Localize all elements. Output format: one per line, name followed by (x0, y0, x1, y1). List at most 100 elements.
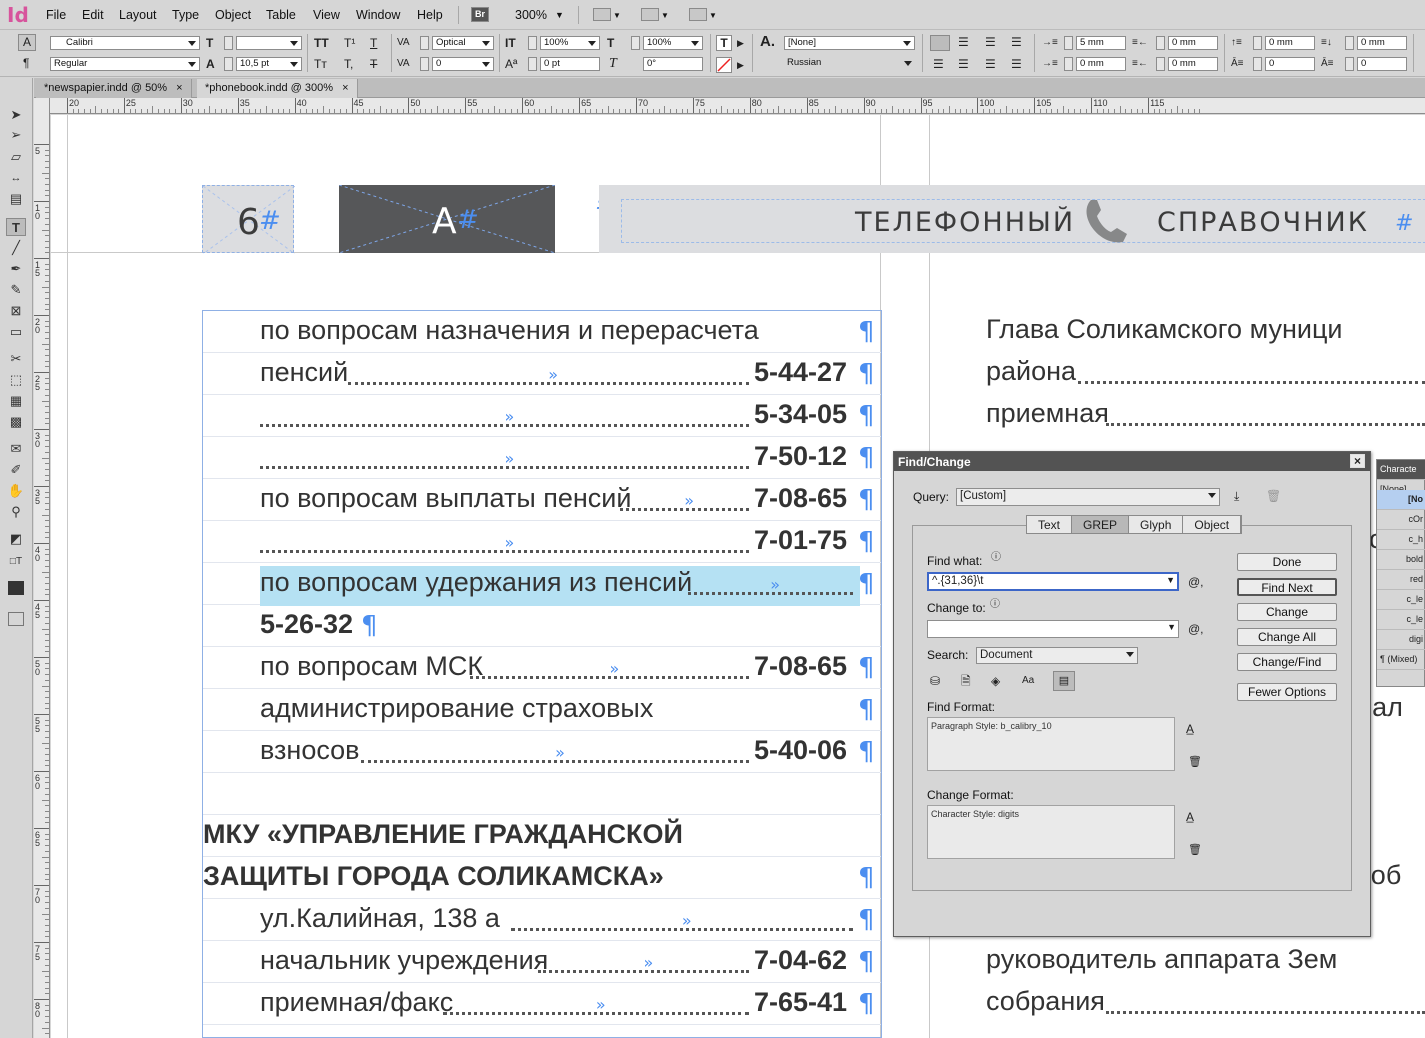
view-options-icon[interactable] (593, 8, 611, 21)
horizontal-ruler[interactable]: 20 25 30 35 40 45 50 55 60 65 70 75 80 85 90 95 100 105 11… (50, 98, 1425, 114)
chevron-right-icon[interactable]: ▶ (737, 36, 744, 50)
font-style-select[interactable]: Regular (50, 57, 200, 71)
character-style-item[interactable]: red (1377, 570, 1425, 590)
rectangle-tool-icon[interactable]: ▭ (6, 323, 26, 341)
horizontal-scale-field[interactable]: 100% (643, 36, 703, 50)
kerning-stepper[interactable] (420, 36, 429, 50)
character-style-item[interactable]: [No (1377, 490, 1425, 510)
vertical-ruler[interactable]: 5 1 0 1 5 2 0 2 5 3 0 3 5 4 0 4 5 5 0 5 5 6 0 6 5 7 0… (34, 98, 50, 1038)
justify-right-icon[interactable]: ☰ (985, 57, 996, 71)
baseline-shift-field[interactable]: 0 pt (540, 57, 600, 71)
left-indent-stepper[interactable] (1064, 36, 1073, 50)
find-format-box[interactable]: Paragraph Style: b_calibry_10 (927, 717, 1175, 771)
character-style-item[interactable]: c_le (1377, 590, 1425, 610)
apply-color-icon[interactable] (8, 581, 24, 595)
small-caps-icon[interactable]: Tт (314, 57, 327, 71)
character-style-item[interactable]: bold (1377, 550, 1425, 570)
language-select[interactable]: Russian (784, 57, 915, 71)
vertical-scale-field[interactable]: 100% (540, 36, 600, 50)
character-style-item[interactable]: c_h (1377, 530, 1425, 550)
menu-type[interactable]: Type (172, 8, 199, 22)
search-scope-select[interactable]: Document (976, 647, 1138, 664)
first-line-indent-field[interactable]: 0 mm (1076, 57, 1126, 71)
kerning-select[interactable]: Optical (432, 36, 494, 50)
page-tool-icon[interactable]: ▱ (6, 148, 26, 166)
justify-left-icon[interactable]: ☰ (933, 57, 944, 71)
menu-table[interactable]: Table (266, 8, 296, 22)
font-size-field[interactable] (236, 36, 302, 50)
chevron-down-icon[interactable]: ▼ (1167, 622, 1176, 632)
special-characters-icon[interactable]: @, (1188, 575, 1204, 589)
chevron-down-icon[interactable]: ▼ (661, 11, 669, 20)
direct-selection-tool-icon[interactable]: ➢ (6, 126, 26, 144)
font-family-select[interactable]: Calibri (50, 36, 200, 50)
screen-mode-icon[interactable] (641, 8, 659, 21)
vertical-scale-stepper[interactable] (528, 36, 537, 50)
space-after-stepper[interactable] (1345, 36, 1354, 50)
done-button[interactable]: Done (1237, 553, 1337, 571)
include-locked-layers-icon[interactable]: ⛁ (930, 674, 940, 688)
pen-tool-icon[interactable]: ✒ (6, 260, 26, 278)
close-icon[interactable]: × (176, 82, 182, 94)
page-number-box[interactable]: 6 # (202, 185, 295, 254)
title-banner[interactable]: ТЕЛЕФОННЫЙ СПРАВОЧНИК # (599, 185, 1425, 253)
menu-object[interactable]: Object (215, 8, 251, 22)
specify-format-icon[interactable]: A̲ (1186, 810, 1194, 824)
eyedropper-tool-icon[interactable]: ✐ (6, 461, 26, 479)
specify-format-icon[interactable]: A̲ (1186, 722, 1194, 736)
drop-cap-chars-stepper[interactable] (1345, 57, 1354, 71)
delete-format-icon[interactable]: 🗑 (1188, 755, 1202, 769)
fill-stroke-icon[interactable]: ◩ (6, 530, 26, 548)
chevron-down-icon[interactable]: ▼ (709, 11, 717, 20)
drop-cap-chars-field[interactable]: 0 (1357, 57, 1407, 71)
gap-tool-icon[interactable]: ↔ (6, 169, 26, 187)
tab-text[interactable]: Text (1027, 516, 1073, 533)
note-tool-icon[interactable]: ✉ (6, 440, 26, 458)
font-size-stepper[interactable] (224, 36, 233, 50)
drop-cap-lines-stepper[interactable] (1253, 57, 1262, 71)
tab-object[interactable]: Object (1183, 516, 1242, 533)
underline-icon[interactable]: T (370, 36, 377, 50)
change-button[interactable]: Change (1237, 603, 1337, 621)
align-right-icon[interactable]: ☰ (985, 35, 996, 49)
menu-layout[interactable]: Layout (119, 8, 157, 22)
close-icon[interactable]: × (1350, 454, 1365, 468)
dialog-title-bar[interactable]: Find/Change × (894, 452, 1370, 471)
align-left-icon[interactable] (930, 35, 950, 51)
drop-cap-lines-field[interactable]: 0 (1265, 57, 1315, 71)
find-what-input[interactable]: ^.{31,36}\t ▼ (927, 572, 1179, 591)
include-hidden-layers-icon[interactable]: ◈ (991, 674, 1000, 688)
space-before-stepper[interactable] (1253, 36, 1262, 50)
character-style-item[interactable]: ¶ (Mixed) (1377, 650, 1425, 670)
text-frame-left[interactable]: по вопросам назначения и перерасчета ¶ пен… (202, 310, 882, 1038)
special-characters-icon[interactable]: @, (1188, 622, 1204, 636)
stroke-none-icon[interactable] (716, 57, 732, 73)
text-fill-icon[interactable]: T (716, 35, 732, 51)
menu-edit[interactable]: Edit (82, 8, 104, 22)
menu-view[interactable]: View (313, 8, 340, 22)
character-style-item[interactable]: cOr (1377, 510, 1425, 530)
menu-help[interactable]: Help (417, 8, 443, 22)
tracking-stepper[interactable] (420, 57, 429, 71)
superscript-icon[interactable]: T¹ (344, 36, 355, 50)
menu-window[interactable]: Window (356, 8, 400, 22)
pencil-tool-icon[interactable]: ✎ (6, 281, 26, 299)
paragraph-mode-icon[interactable]: ¶ (23, 56, 29, 70)
leading-field[interactable]: 10,5 pt (236, 57, 302, 71)
free-transform-tool-icon[interactable]: ⬚ (6, 371, 26, 389)
align-towards-spine-icon[interactable]: ☰ (1011, 35, 1022, 49)
chevron-down-icon[interactable]: ▼ (1166, 575, 1175, 585)
menu-file[interactable]: File (46, 8, 66, 22)
include-footnotes-icon[interactable]: ▤ (1053, 671, 1075, 691)
justify-center-icon[interactable]: ☰ (958, 57, 969, 71)
right-indent-field[interactable]: 0 mm (1168, 36, 1218, 50)
skew-field[interactable]: 0° (643, 57, 703, 71)
close-icon[interactable]: × (342, 82, 348, 94)
character-style-select[interactable]: [None] (784, 36, 915, 50)
include-locked-stories-icon[interactable]: 🗎 (961, 674, 971, 688)
zoom-level[interactable]: 300% (515, 8, 547, 22)
all-caps-icon[interactable]: TT (314, 36, 329, 50)
type-tool-icon[interactable]: T (6, 218, 26, 236)
panel-title[interactable]: Characte (1377, 460, 1425, 480)
gradient-feather-tool-icon[interactable]: ▩ (6, 413, 26, 431)
